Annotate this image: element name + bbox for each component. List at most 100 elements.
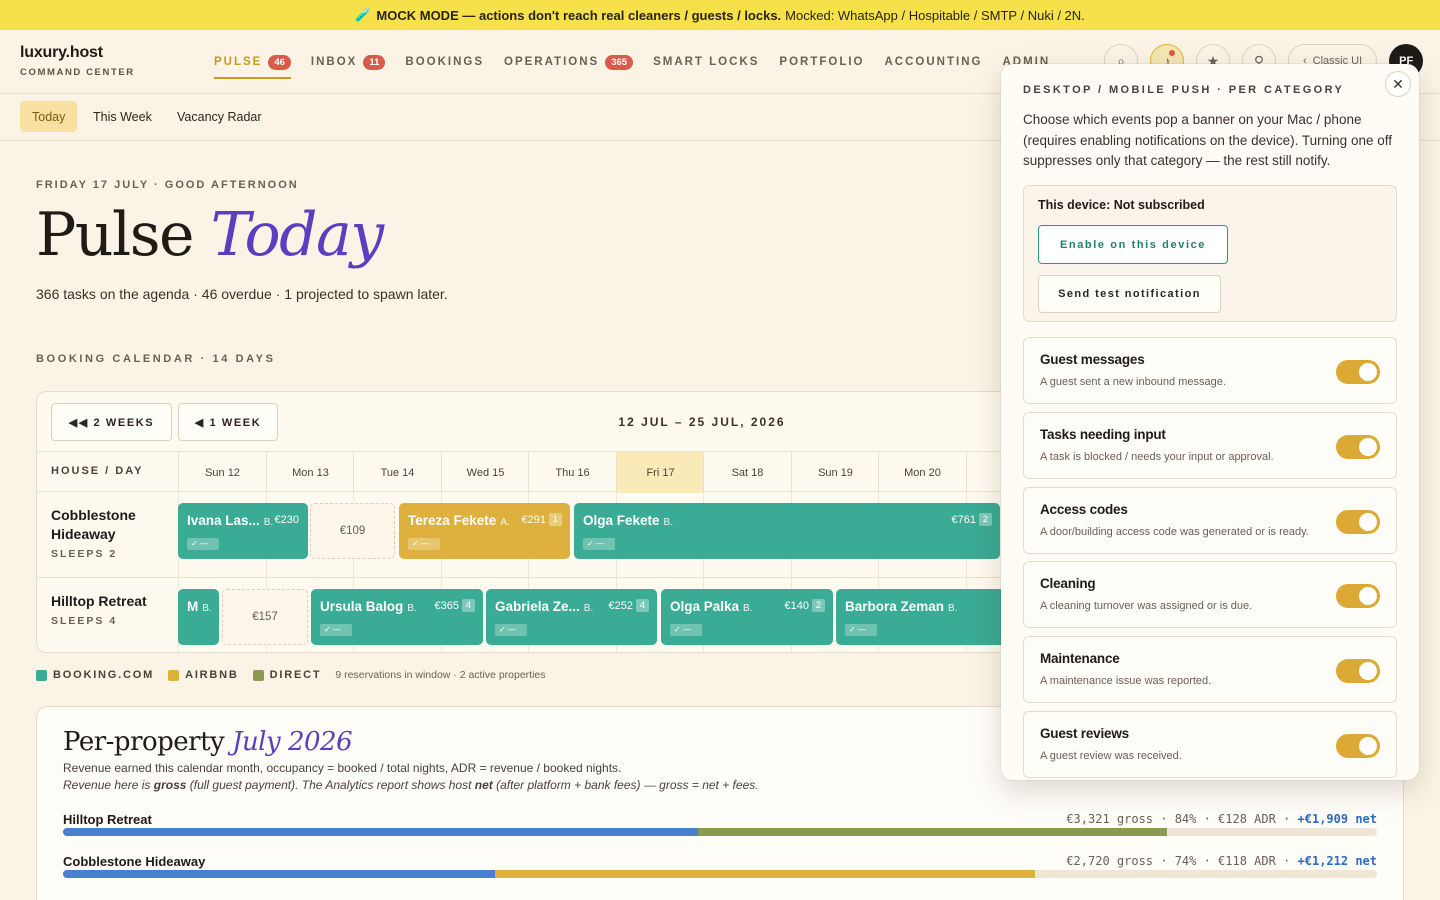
tab-operations[interactable]: OPERATIONS 365 [504, 47, 634, 77]
stats-text: €3,321 gross · 84% · €128 ADR · [1066, 812, 1298, 826]
count-badge: 11 [363, 54, 386, 70]
calendar-range: 12 JUL – 25 JUL, 2026 [618, 415, 786, 429]
booking-guest: Ivana Las... [187, 513, 260, 528]
booking-source: B. [948, 603, 958, 614]
task-status-pill: ✓ — [495, 624, 527, 636]
booking-price: €140 [784, 600, 809, 612]
booking-source: A. [500, 517, 510, 528]
category-toggle[interactable] [1336, 360, 1380, 384]
booking-guest: M [187, 599, 199, 614]
property-revenue-row[interactable]: Cobblestone Hideaway €2,720 gross · 74% … [63, 854, 1377, 878]
enable-device-button[interactable]: Enable on this device [1038, 225, 1228, 264]
task-status-pill: ✓ — [845, 624, 877, 636]
category-toggle[interactable] [1336, 510, 1380, 534]
net-value: +€1,212 net [1297, 854, 1377, 868]
revenue-bar-net [63, 870, 496, 878]
subtab-vacancy-radar[interactable]: Vacancy Radar [165, 101, 274, 132]
vacancy-gap[interactable]: €157 [222, 589, 308, 645]
category-toggle[interactable] [1336, 435, 1380, 459]
booking-nights: 4 [461, 599, 475, 612]
day-header: Sun 12 [178, 452, 266, 493]
send-test-notification-button[interactable]: Send test notification [1038, 275, 1221, 313]
vacancy-gap[interactable]: €109 [310, 503, 395, 559]
device-status: This device: Not subscribed [1038, 198, 1205, 212]
brand-name: luxury.host [20, 44, 103, 61]
booking-block[interactable]: Ivana Las... B. €230 ✓ — [178, 503, 308, 559]
test-tube-icon: 🧪 [355, 7, 372, 22]
revenue-bar-occupancy [495, 870, 1036, 878]
tab-label: OPERATIONS [504, 56, 600, 68]
panel-title: DESKTOP / MOBILE PUSH · PER CATEGORY [1023, 84, 1345, 96]
booking-block[interactable]: Olga Fekete B. €761 2 ✓ — [574, 503, 1000, 559]
tab-label: INBOX [310, 56, 358, 68]
category-description: A task is blocked / needs your input or … [1040, 451, 1274, 463]
main-tabs: PULSE 46 INBOX 11 BOOKINGS OPERATIONS 365 S… [214, 30, 1070, 94]
notification-dot [1169, 50, 1175, 56]
note-gross: gross [153, 778, 187, 792]
tab-accounting[interactable]: ACCOUNTING [885, 47, 983, 77]
count-badge: 365 [605, 54, 634, 70]
revenue-bar [63, 828, 1377, 836]
title-plain: Per-property [63, 727, 225, 757]
category-maintenance: Maintenance A maintenance issue was repo… [1023, 636, 1397, 703]
task-status-pill: ✓ — [320, 624, 352, 636]
tab-label: PORTFOLIO [779, 56, 865, 68]
tab-label: BOOKINGS [405, 56, 485, 68]
booking-source: B. [663, 517, 673, 528]
tab-pulse[interactable]: PULSE 46 [214, 47, 291, 79]
title-italic: Today [210, 200, 385, 270]
toggle-knob [1359, 737, 1377, 755]
booking-source: B. [202, 603, 212, 614]
day-header: Tue 14 [353, 452, 441, 493]
per-property-description: Revenue earned this calendar month, occu… [63, 761, 622, 775]
category-guest-reviews: Guest reviews A guest review was receive… [1023, 711, 1397, 778]
tab-smart-locks[interactable]: SMART LOCKS [653, 47, 759, 77]
title-plain: Pulse [36, 200, 195, 270]
day-header: Mon 20 [878, 452, 966, 493]
property-name: Hilltop Retreat [51, 593, 147, 609]
close-icon[interactable]: ✕ [1385, 71, 1411, 97]
note-text: (full guest payment). The Analytics repo… [186, 778, 475, 792]
booking-source: B. [743, 603, 753, 614]
booking-guest: Tereza Fekete [408, 513, 497, 528]
back-two-weeks-button[interactable]: ◀◀ 2 WEEKS [51, 403, 172, 441]
booking-block[interactable]: M B. [178, 589, 219, 645]
day-header: Wed 15 [441, 452, 529, 493]
subtab-this-week[interactable]: This Week [81, 101, 164, 132]
back-one-week-button[interactable]: ◀ 1 WEEK [178, 403, 278, 441]
mock-mode-banner: 🧪 MOCK MODE — actions don't reach real c… [0, 0, 1440, 30]
booking-block[interactable]: Gabriela Ze... B. €252 4 ✓ — [486, 589, 657, 645]
per-property-note: Revenue here is gross (full guest paymen… [63, 778, 759, 792]
property-revenue-row[interactable]: Hilltop Retreat €3,321 gross · 84% · €12… [63, 812, 1377, 836]
property-label[interactable]: Cobblestone Hideaway SLEEPS 2 [51, 506, 177, 560]
brand[interactable]: luxury.host COMMAND CENTER [20, 44, 135, 78]
category-description: A door/building access code was generate… [1040, 526, 1309, 538]
category-description: A cleaning turnover was assigned or is d… [1040, 600, 1253, 612]
legend-booking: BOOKING.COM [36, 669, 154, 681]
booking-source: B. [583, 603, 594, 614]
category-description: A maintenance issue was reported. [1040, 675, 1212, 687]
legend-note: 9 reservations in window · 2 active prop… [335, 669, 546, 681]
property-sleeps: SLEEPS 2 [51, 548, 118, 560]
booking-guest: Olga Fekete [583, 513, 660, 528]
booking-block[interactable]: Tereza Fekete A. €291 1 ✓ — [399, 503, 570, 559]
booking-guest: Barbora Zeman [845, 599, 945, 614]
brand-subtitle: COMMAND CENTER [20, 67, 135, 78]
category-toggle[interactable] [1336, 584, 1380, 608]
category-toggle[interactable] [1336, 659, 1380, 683]
booking-block[interactable]: Ursula Balog B. €365 4 ✓ — [311, 589, 483, 645]
tab-inbox[interactable]: INBOX 11 [310, 47, 386, 77]
booking-block[interactable]: Olga Palka B. €140 2 ✓ — [661, 589, 833, 645]
booking-source: B. [263, 517, 274, 528]
swatch [168, 669, 180, 681]
category-tasks-needing-input: Tasks needing input A task is blocked / … [1023, 412, 1397, 479]
property-label[interactable]: Hilltop Retreat SLEEPS 4 [51, 592, 177, 627]
device-subscription-box: This device: Not subscribed Enable on th… [1023, 185, 1397, 322]
calendar-header: HOUSE / DAY Sun 12 Mon 13 Tue 14 Wed 15 … [37, 451, 1039, 493]
tab-portfolio[interactable]: PORTFOLIO [779, 47, 864, 77]
category-toggle[interactable] [1336, 734, 1380, 758]
property-stats: €2,720 gross · 74% · €118 ADR · +€1,212 … [1066, 854, 1377, 868]
subtab-today[interactable]: Today [20, 101, 78, 132]
day-header: Sat 18 [703, 452, 791, 493]
tab-bookings[interactable]: BOOKINGS [405, 47, 484, 77]
